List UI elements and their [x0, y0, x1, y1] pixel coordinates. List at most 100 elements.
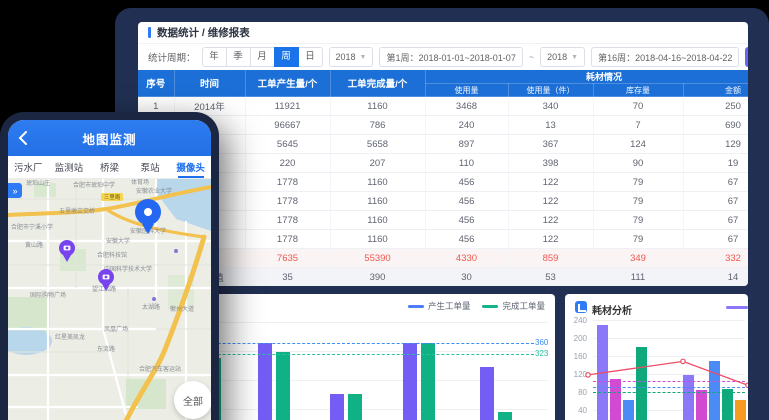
back-icon[interactable] — [18, 131, 27, 145]
table-cell: 456 — [425, 173, 508, 192]
table-cell: 897 — [425, 135, 508, 154]
table-cell: 367 — [508, 135, 593, 154]
period-option-日[interactable]: 日 — [298, 47, 323, 67]
table-cell: 96667 — [245, 116, 330, 135]
period-option-季[interactable]: 季 — [226, 47, 251, 67]
table-cell: 349 — [593, 249, 683, 268]
map-label: 太湖路 — [142, 303, 160, 311]
map-label: 东流路 — [97, 345, 115, 353]
bar — [696, 390, 707, 420]
query-button[interactable]: 查询 — [745, 47, 748, 67]
table-cell: 332 — [683, 249, 748, 268]
legend-item[interactable]: 完成工单量 — [482, 300, 545, 312]
table-cell: 3468 — [425, 97, 508, 116]
table-cell: 67 — [683, 230, 748, 249]
map-view[interactable]: 琥珀山庄合肥市琥珀中学体育场安徽农业大学五里墩立交桥合肥市宁溪小学安徽医科大学安… — [8, 179, 211, 420]
table-cell: 67 — [683, 192, 748, 211]
table-cell: 1160 — [330, 173, 425, 192]
reference-line-label: 323 — [535, 349, 548, 358]
chart-gridline — [593, 338, 745, 339]
map-expander-button[interactable]: » — [8, 183, 22, 198]
table-cell: 1778 — [245, 173, 330, 192]
table-cell: 11921 — [245, 97, 330, 116]
table-row: 6177811604561227967 — [138, 192, 748, 211]
average-dashed-line — [593, 392, 745, 393]
bar-产生工单量 — [480, 367, 494, 420]
table-cell: 1778 — [245, 230, 330, 249]
table-cell: 122 — [508, 211, 593, 230]
table-cell: 129 — [683, 135, 748, 154]
table-cell: 1778 — [245, 211, 330, 230]
breadcrumb-row: 数据统计 / 维修报表 — [138, 22, 748, 44]
table-row: 296667786240137690 — [138, 116, 748, 135]
column-header: 工单产生量/个 — [245, 70, 330, 97]
start-week-select[interactable]: 第1周：2018-01-01~2018-01-07 — [379, 47, 522, 67]
map-label: 合肥汽车客运站 — [139, 365, 181, 373]
bar — [623, 400, 634, 420]
legend-item[interactable]: 产生工单量 — [408, 300, 471, 312]
table-row: 8177811604561227967 — [138, 230, 748, 249]
group-column-header: 耗材情况 — [425, 70, 748, 84]
y-axis-tick: 80 — [565, 388, 587, 397]
table-cell: 250 — [683, 97, 748, 116]
period-label: 统计周期： — [148, 50, 196, 64]
table-cell: 110 — [425, 154, 508, 173]
chevron-down-icon: ▼ — [360, 54, 367, 61]
table-cell: 55390 — [330, 249, 425, 268]
map-label: 黄山路 — [25, 241, 43, 249]
bar-完成工单量 — [498, 412, 512, 420]
map-label: 安徽大学 — [106, 237, 130, 245]
chart-title-icon — [575, 301, 587, 313]
reference-line-label: 360 — [535, 338, 548, 347]
phone-tab-泵站[interactable]: 泵站 — [130, 156, 171, 178]
column-header: 工单完成量/个 — [330, 70, 425, 97]
report-table-wrapper: 序号时间工单产生量/个工单完成量/个耗材情况使用量使用量（件）库存量金额1201… — [138, 70, 748, 286]
table-cell: 859 — [508, 249, 593, 268]
average-dashed-line — [593, 381, 745, 382]
table-cell: 690 — [683, 116, 748, 135]
y-axis-tick: 200 — [565, 334, 587, 343]
sub-column-header: 库存量 — [593, 84, 683, 97]
consumable-chart-card: 耗材分析 2402001601208040 — [565, 294, 748, 420]
period-option-周[interactable]: 周 — [274, 47, 299, 67]
map-label: 合肥科技馆 — [97, 251, 127, 259]
phone-tab-bar: 污水厂监测站桥梁泵站摄像头 — [8, 156, 211, 179]
map-all-button[interactable]: 全部 — [174, 381, 211, 419]
chart-legend: 产生工单量 完成工单量 — [408, 300, 545, 312]
table-cell: 1160 — [330, 230, 425, 249]
y-axis-tick: 40 — [565, 406, 587, 415]
breadcrumb: 数据统计 / 维修报表 — [157, 25, 250, 40]
phone-tab-桥梁[interactable]: 桥梁 — [89, 156, 130, 178]
legend-swatch — [482, 305, 498, 308]
table-cell: 79 — [593, 173, 683, 192]
report-card: 数据统计 / 维修报表 统计周期： 年季月周日 2018 ▼ 第1周：2018-… — [138, 22, 748, 286]
phone-tab-污水厂[interactable]: 污水厂 — [8, 156, 49, 178]
chart-gridline — [593, 320, 745, 321]
legend-label: 完成工单量 — [502, 300, 545, 312]
map-label: 安徽农业大学 — [136, 187, 172, 195]
period-segmented-control: 年季月周日 — [202, 47, 323, 67]
chart-gridline — [593, 356, 745, 357]
end-year-select[interactable]: 2018 ▼ — [540, 47, 585, 67]
chart-gridline — [593, 374, 745, 375]
road-badge-label: 三里庵 — [104, 193, 121, 201]
table-cell: 456 — [425, 211, 508, 230]
period-option-月[interactable]: 月 — [250, 47, 275, 67]
period-option-年[interactable]: 年 — [202, 47, 227, 67]
phone-tab-摄像头[interactable]: 摄像头 — [170, 156, 211, 178]
table-cell: 398 — [508, 154, 593, 173]
table-cell: 111 — [593, 268, 683, 287]
end-week-select[interactable]: 第16周：2018-04-16~2018-04-22 — [591, 47, 739, 67]
map-label: 五里墩立交桥 — [59, 207, 95, 215]
table-cell: 1778 — [245, 192, 330, 211]
legend-swatch — [408, 305, 424, 308]
table-cell: 786 — [330, 116, 425, 135]
table-cell: 5658 — [330, 135, 425, 154]
table-row: 42202071103989019 — [138, 154, 748, 173]
start-year-value: 2018 — [336, 52, 356, 62]
table-cell: 35 — [245, 268, 330, 287]
phone-tab-监测站[interactable]: 监测站 — [49, 156, 90, 178]
table-cell: 1160 — [330, 211, 425, 230]
start-year-select[interactable]: 2018 ▼ — [329, 47, 374, 67]
table-cell: 4330 — [425, 249, 508, 268]
